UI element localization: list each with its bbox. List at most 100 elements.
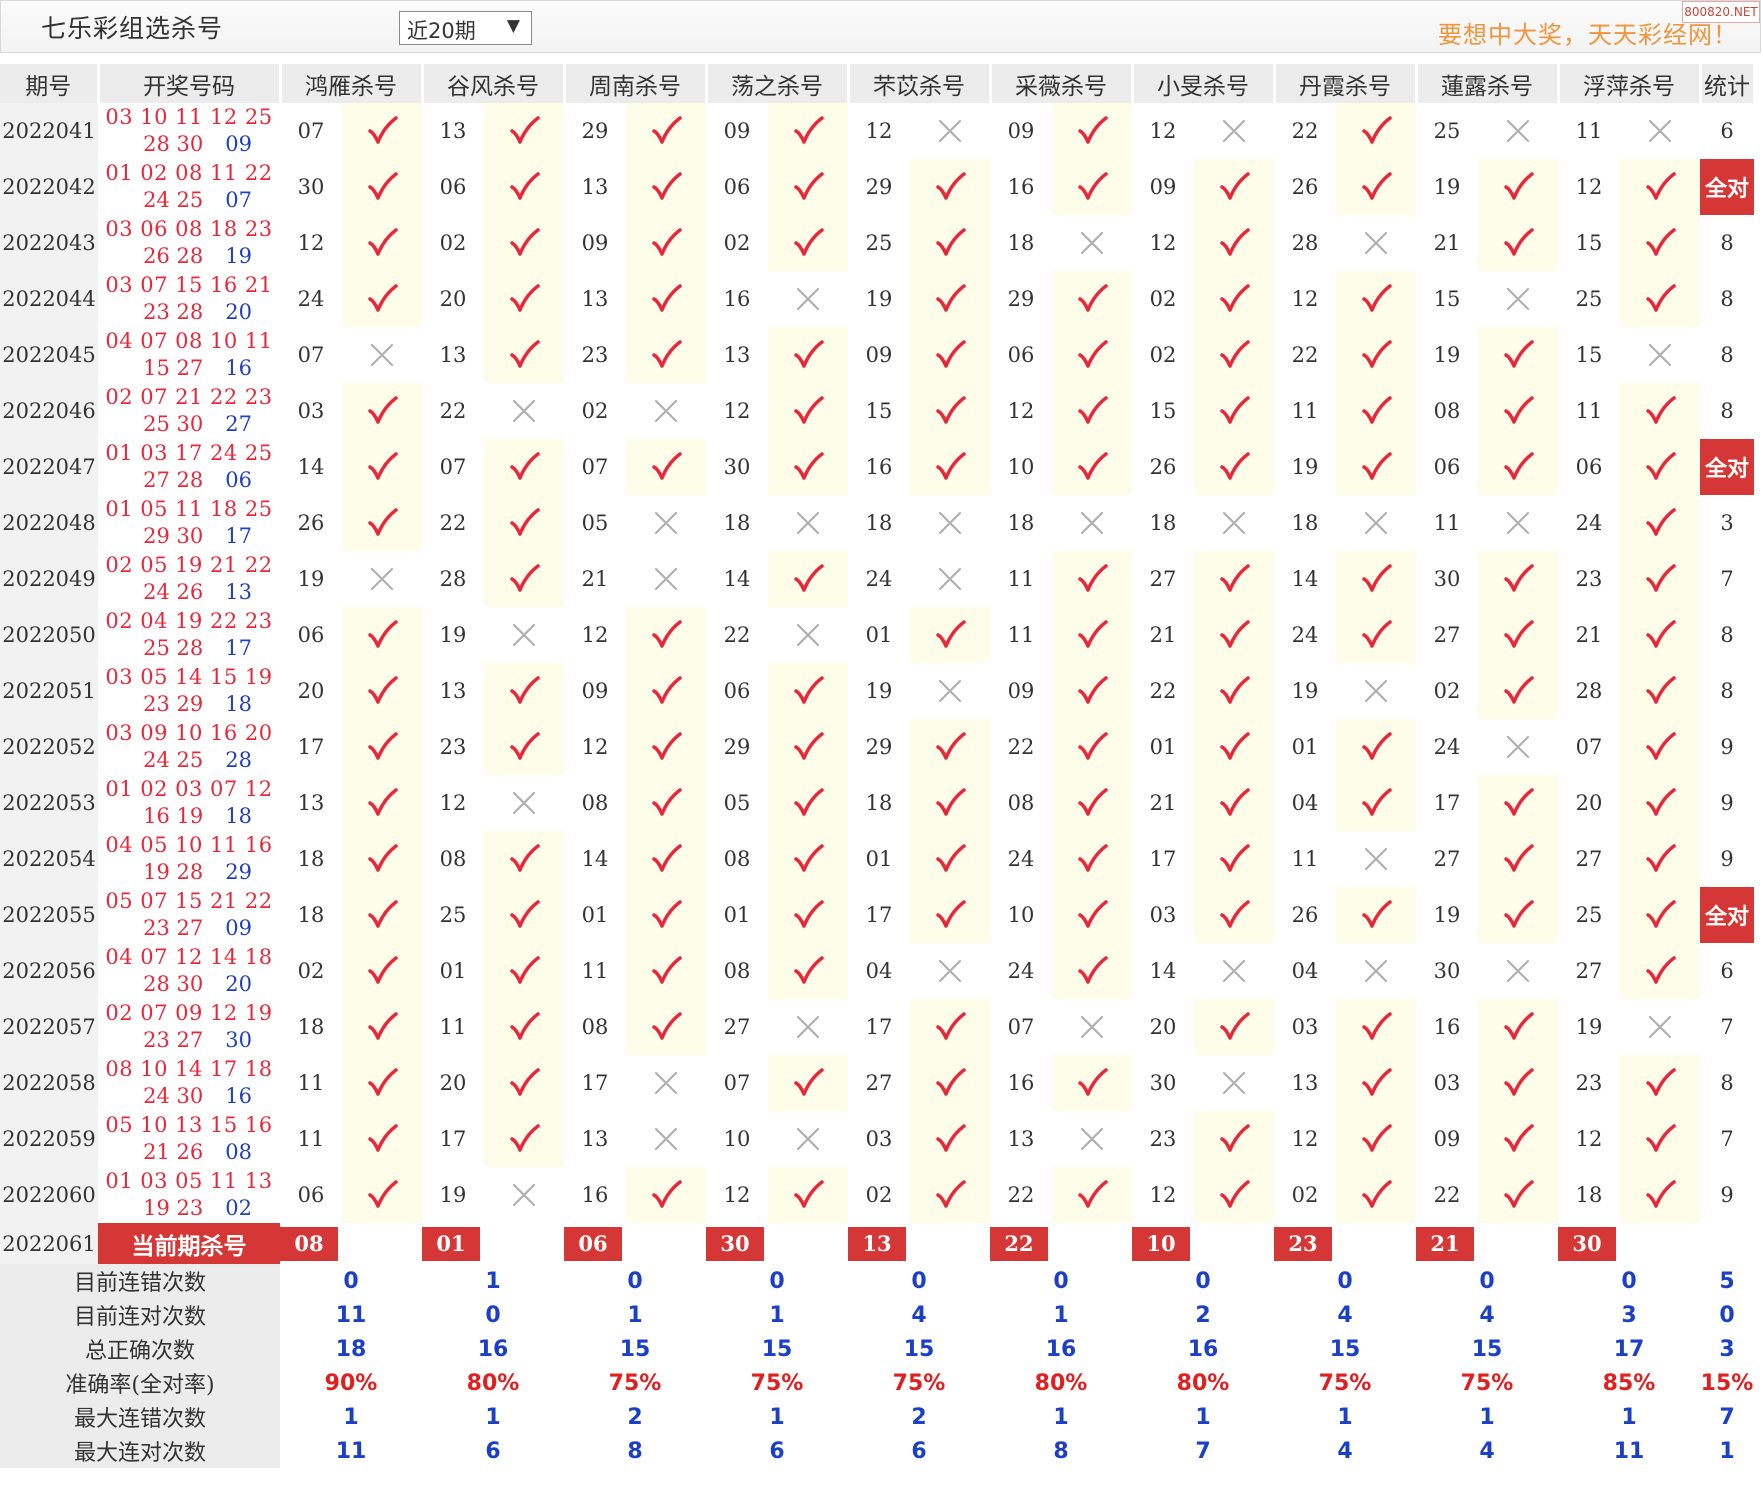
kill-result-hit: [626, 887, 706, 943]
kill-result-hit: [768, 439, 848, 495]
kill-result-miss: [910, 551, 990, 607]
red-check-icon: [794, 340, 824, 368]
summary-value: 16: [1045, 1336, 1077, 1362]
kill-number-cell: 08: [1433, 399, 1461, 423]
red-check-icon: [1646, 788, 1676, 816]
gray-cross-icon: [796, 1015, 820, 1039]
kill-result-hit: [1052, 831, 1132, 887]
red-check-icon: [1504, 844, 1534, 872]
table-row: 2022055 05 07 15 21 22 23 27 09 18 25 01 01 17 10…: [0, 887, 1754, 943]
kill-result-hit: [484, 495, 564, 551]
red-check-icon: [1078, 340, 1108, 368]
red-check-icon: [1078, 956, 1108, 984]
col-header-expert: 荡之杀号: [706, 64, 850, 103]
red-check-icon: [1220, 228, 1250, 256]
col-header-expert: 周南杀号: [564, 64, 708, 103]
red-check-icon: [368, 172, 398, 200]
page-title: 七乐彩组选杀号: [41, 14, 224, 43]
kill-result-hit: [342, 103, 422, 159]
red-check-icon: [794, 732, 824, 760]
red-numbers-line2: 26 28: [143, 244, 204, 268]
summary-stat: 7: [1719, 1404, 1735, 1430]
kill-result-miss: [484, 607, 564, 663]
kill-result-miss: [768, 999, 848, 1055]
kill-result-hit: [484, 887, 564, 943]
kill-result-hit: [626, 271, 706, 327]
red-check-icon: [510, 452, 540, 480]
kill-result-hit: [1336, 887, 1416, 943]
summary-value: 1: [1195, 1404, 1211, 1430]
gray-cross-icon: [1506, 119, 1530, 143]
kill-number-cell: 11: [297, 1127, 325, 1151]
kill-number-cell: 06: [439, 175, 467, 199]
summary-value: 4: [1479, 1438, 1495, 1464]
kill-result-hit: [1336, 1055, 1416, 1111]
kill-number-cell: 12: [1291, 287, 1319, 311]
red-check-icon: [1504, 1180, 1534, 1208]
kill-result-hit: [910, 1055, 990, 1111]
summary-value: 0: [769, 1268, 785, 1294]
red-check-icon: [510, 564, 540, 592]
red-check-icon: [1646, 844, 1676, 872]
red-check-icon: [652, 284, 682, 312]
kill-number-cell: 13: [439, 343, 467, 367]
draw-numbers-line2: 28 30 20: [98, 971, 280, 998]
kill-number-cell: 12: [1575, 1127, 1603, 1151]
kill-number-cell: 01: [581, 903, 609, 927]
kill-result-hit: [484, 103, 564, 159]
red-check-icon: [652, 676, 682, 704]
kill-result-hit: [1478, 1055, 1558, 1111]
kill-result-hit: [1052, 159, 1132, 215]
kill-number-cell: 03: [1433, 1071, 1461, 1095]
kill-number-cell: 28: [1575, 679, 1603, 703]
red-check-icon: [1646, 620, 1676, 648]
summary-row: 最大连对次数 11 6 8 6 6 8 7 4 4 11 1: [0, 1434, 1754, 1468]
red-check-icon: [936, 620, 966, 648]
current-kill-cell: 06: [564, 1223, 706, 1264]
red-numbers-line2: 25 28: [143, 636, 204, 660]
kill-number-cell: 16: [1007, 1071, 1035, 1095]
draw-numbers-cell: 03 09 10 16 20 24 25 28: [98, 719, 280, 775]
kill-result-hit: [1194, 607, 1274, 663]
kill-result-hit: [1336, 1111, 1416, 1167]
blue-number: 07: [225, 188, 252, 212]
red-check-icon: [1646, 1124, 1676, 1152]
kill-number-cell: 01: [1291, 735, 1319, 759]
kill-number-cell: 29: [581, 119, 609, 143]
kill-number-cell: 02: [723, 231, 751, 255]
red-check-icon: [936, 228, 966, 256]
red-check-icon: [1078, 1068, 1108, 1096]
period-select[interactable]: 近20期 ▼: [399, 11, 532, 45]
kill-result-hit: [626, 663, 706, 719]
red-check-icon: [936, 172, 966, 200]
kill-result-hit: [1620, 887, 1700, 943]
red-check-icon: [652, 620, 682, 648]
red-check-icon: [510, 732, 540, 760]
period-cell: 2022048: [0, 495, 98, 551]
kill-result-hit: [626, 327, 706, 383]
kill-result-hit: [1620, 159, 1700, 215]
summary-value: 1: [1621, 1404, 1637, 1430]
red-check-icon: [1362, 1012, 1392, 1040]
gray-cross-icon: [654, 567, 678, 591]
kill-result-hit: [342, 439, 422, 495]
gray-cross-icon: [1222, 1071, 1246, 1095]
table-row: 2022041 03 10 11 12 25 28 30 09 07 13 29 09 12 09…: [0, 103, 1754, 159]
red-check-icon: [794, 956, 824, 984]
kill-result-hit: [1478, 887, 1558, 943]
red-check-icon: [1504, 340, 1534, 368]
red-numbers-line2: 28 30: [143, 972, 204, 996]
period-cell: 2022043: [0, 215, 98, 271]
kill-number-cell: 07: [439, 455, 467, 479]
kill-result-hit: [1194, 1111, 1274, 1167]
kill-result-hit: [1478, 831, 1558, 887]
red-check-icon: [1220, 1012, 1250, 1040]
red-check-icon: [1504, 900, 1534, 928]
all-correct-badge: 全对: [1700, 159, 1754, 215]
history-rows: 2022041 03 10 11 12 25 28 30 09 07 13 29 09 12 09…: [0, 103, 1754, 1223]
table-row: 2022048 01 05 11 18 25 29 30 17 26 22 05 18 18 18…: [0, 495, 1754, 551]
kill-result-hit: [1052, 103, 1132, 159]
col-header-draw: 开奖号码: [98, 64, 282, 103]
kill-result-hit: [626, 607, 706, 663]
kill-result-hit: [1194, 271, 1274, 327]
